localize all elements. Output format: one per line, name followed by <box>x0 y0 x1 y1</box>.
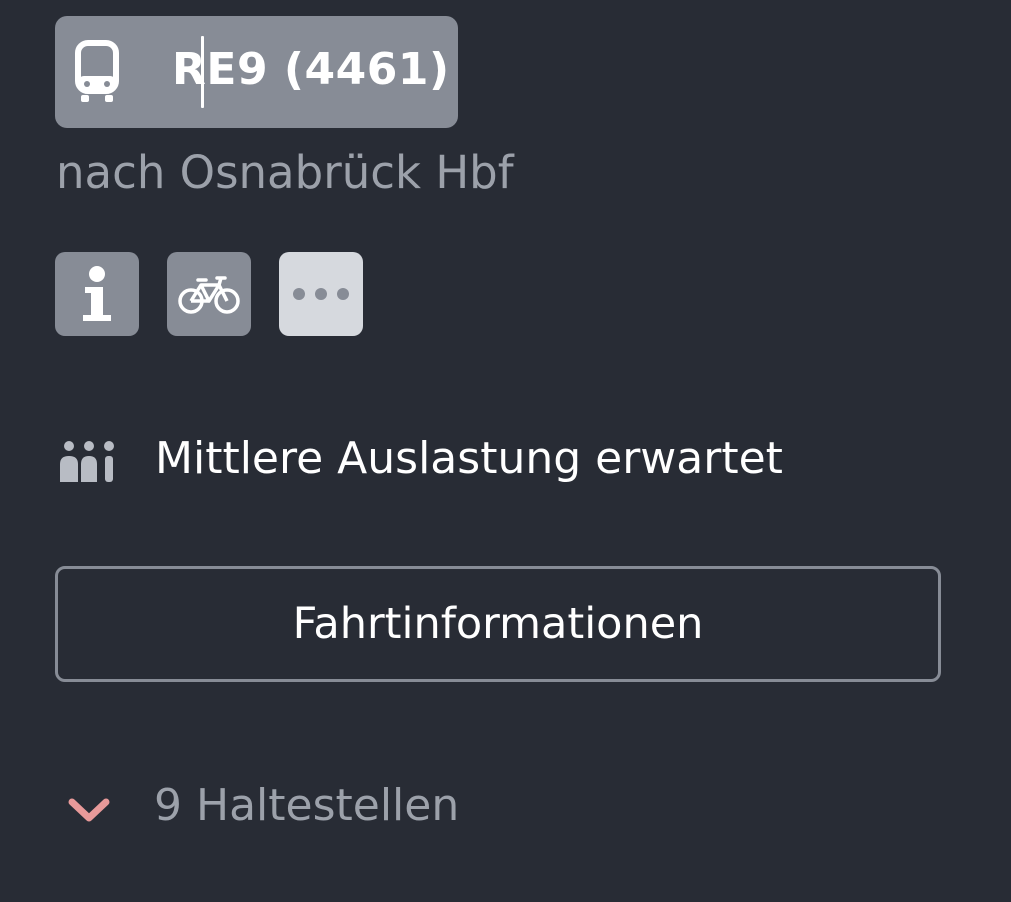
more-icon <box>293 288 349 300</box>
more-button[interactable] <box>279 252 363 336</box>
occupancy-text: Mittlere Auslastung erwartet <box>155 433 783 484</box>
train-label: RE9 (4461) <box>172 44 450 95</box>
train-badge: RE9 (4461) <box>55 16 458 128</box>
stops-toggle[interactable]: 9 Haltestellen <box>68 780 488 842</box>
direction-text: nach Osnabrück Hbf <box>56 146 514 199</box>
chevron-down-icon <box>68 798 110 822</box>
trip-details-label: Fahrtinformationen <box>292 599 704 649</box>
occupancy-icon <box>60 441 114 482</box>
trip-details-button[interactable]: Fahrtinformationen <box>55 566 941 682</box>
stops-label: 9 Haltestellen <box>154 780 460 831</box>
bicycle-button[interactable] <box>167 252 251 336</box>
info-button[interactable] <box>55 252 139 336</box>
occupancy-row: Mittlere Auslastung erwartet <box>58 433 783 484</box>
info-icon <box>83 266 111 321</box>
train-icon <box>75 40 119 102</box>
bicycle-icon <box>178 276 240 314</box>
